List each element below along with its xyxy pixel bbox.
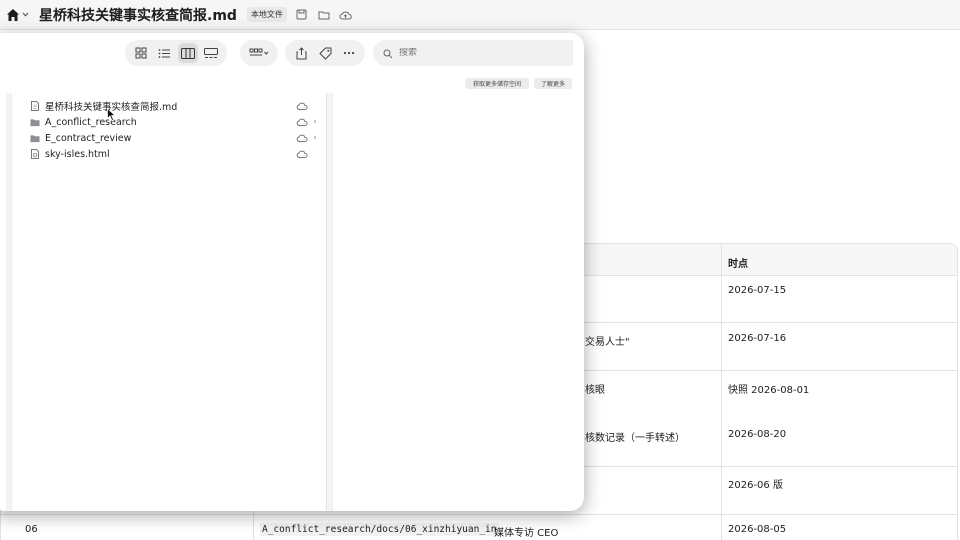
html-file-icon xyxy=(30,149,40,159)
icloud-icon xyxy=(296,150,310,158)
folder-icon[interactable] xyxy=(317,8,331,22)
search-field[interactable] xyxy=(373,40,573,66)
group-by-icon xyxy=(246,43,272,63)
group-by-menu[interactable] xyxy=(240,40,278,66)
file-browser-toolbar xyxy=(0,33,584,73)
folder-row[interactable]: E_contract_review › xyxy=(30,130,320,146)
header-time: 时点 xyxy=(728,259,748,270)
table-cell-time: 2026-08-05 xyxy=(728,524,787,535)
folder-row[interactable]: A_conflict_research › xyxy=(30,114,320,130)
actions-group xyxy=(285,40,365,66)
table-cell-fragment: 交易人士" xyxy=(585,337,630,348)
folder-icon xyxy=(30,117,40,127)
search-input[interactable] xyxy=(399,48,549,58)
chevron-right-icon: › xyxy=(313,133,317,143)
document-icon xyxy=(30,101,40,111)
grid-icon xyxy=(135,47,147,59)
table-cell-source: 媒体专访 CEO xyxy=(494,528,559,539)
file-row[interactable]: 星桥科技关键事实核查简报.md xyxy=(30,98,320,114)
gallery-icon xyxy=(204,47,219,58)
table-cell-time: 快照 2026-08-01 xyxy=(728,385,810,396)
row-divider xyxy=(1,514,957,515)
document-toolbar: 星桥科技关键事实核查简报.md 本地文件 xyxy=(0,0,960,30)
icloud-icon xyxy=(296,102,310,110)
folder-icon xyxy=(30,133,40,143)
table-cell-time: 2026-07-15 xyxy=(728,285,787,296)
icon-view-button[interactable] xyxy=(131,43,151,63)
table-cell-path: A_conflict_research/docs/06_xinzhiyuan_i… xyxy=(260,523,499,536)
home-icon xyxy=(6,8,20,22)
learn-more-button[interactable]: 了解更多 xyxy=(534,78,572,89)
chevron-down-icon xyxy=(22,11,29,18)
gallery-view-button[interactable] xyxy=(202,43,222,63)
file-name: sky-isles.html xyxy=(45,148,110,160)
list-view-button[interactable] xyxy=(155,43,175,63)
table-cell-time: 2026-06 版 xyxy=(728,480,783,491)
file-browser-dialog: 获取更多储存空间 了解更多 星桥科技关键事实核查简报.md A_conflict… xyxy=(0,33,584,511)
column-scrollbar[interactable] xyxy=(327,93,333,511)
icloud-icon xyxy=(296,134,310,142)
save-icon[interactable] xyxy=(295,8,309,22)
table-cell-fragment: 核数记录（一手转述） xyxy=(585,433,685,444)
mouse-cursor-icon xyxy=(107,106,116,125)
more-icon[interactable] xyxy=(339,43,359,63)
view-mode-group xyxy=(125,40,227,66)
list-icon xyxy=(158,48,170,58)
folder-name: E_contract_review xyxy=(45,132,132,144)
search-icon xyxy=(383,44,393,63)
get-more-storage-button[interactable]: 获取更多储存空间 xyxy=(465,78,529,89)
tag-icon[interactable] xyxy=(315,43,335,63)
table-cell-time: 2026-07-16 xyxy=(728,333,787,344)
columns-icon xyxy=(180,47,195,59)
share-icon[interactable] xyxy=(291,43,311,63)
chevron-right-icon: › xyxy=(313,117,317,127)
document-title: 星桥科技关键事实核查简报.md xyxy=(39,7,237,24)
table-cell-time: 2026-08-20 xyxy=(728,429,787,440)
home-menu[interactable] xyxy=(6,8,29,22)
table-cell-fragment: 核眼 xyxy=(585,385,605,396)
icloud-icon xyxy=(296,118,310,126)
folder-name: A_conflict_research xyxy=(45,116,137,128)
cloud-upload-icon[interactable] xyxy=(339,8,353,22)
table-cell-id: 06 xyxy=(25,524,38,535)
file-row[interactable]: sky-isles.html xyxy=(30,146,320,162)
local-file-badge[interactable]: 本地文件 xyxy=(246,7,287,22)
column-view-button[interactable] xyxy=(178,43,198,63)
column-divider xyxy=(721,244,722,540)
file-name: 星桥科技关键事实核查简报.md xyxy=(45,102,178,113)
